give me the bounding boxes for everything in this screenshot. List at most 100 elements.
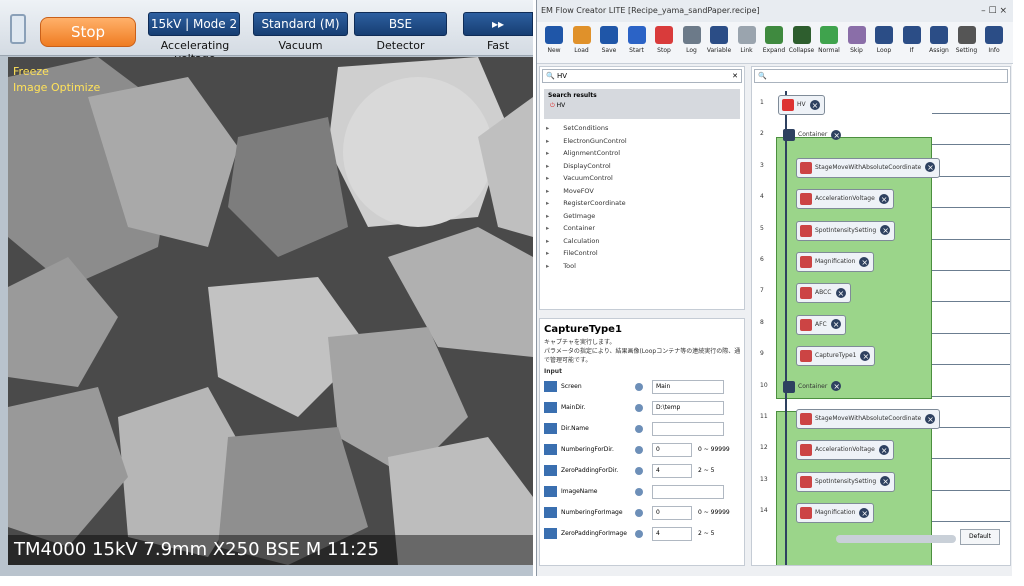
param-value-field[interactable]: Main — [652, 380, 724, 394]
info-icon[interactable] — [635, 509, 643, 517]
remove-node-icon[interactable] — [878, 442, 889, 460]
toolbar-normal-button[interactable]: Normal — [816, 26, 842, 54]
info-icon[interactable] — [635, 446, 643, 454]
flow-node-hv[interactable]: HV — [778, 95, 825, 115]
toolbar-setting-button[interactable]: Setting — [954, 26, 980, 54]
remove-node-icon[interactable] — [878, 191, 889, 209]
hv-button[interactable]: 15kV | Mode 2 — [148, 12, 240, 36]
tree-item-displaycontrol[interactable]: ▸ DisplayControl — [546, 160, 736, 173]
param-row: ZeroPaddingForImage 4 2 ~ 5 — [540, 524, 744, 545]
image-info-bar: TM4000 15kV 7.9mm X250 BSE M 11:25 — [8, 535, 533, 565]
window-controls[interactable]: – ☐ × — [981, 0, 1007, 22]
tree-item-tool[interactable]: ▸ Tool — [546, 260, 736, 273]
stop-button[interactable]: Stop — [40, 17, 136, 47]
tree-item-vacuumcontrol[interactable]: ▸ VacuumControl — [546, 172, 736, 185]
flow-node-stagemovewithabsolutecoordinate[interactable]: StageMoveWithAbsoluteCoordinate — [796, 409, 941, 429]
flow-node-afc[interactable]: AFC — [796, 314, 846, 335]
toolbar-new-button[interactable]: New — [541, 26, 567, 54]
info-icon[interactable] — [635, 383, 643, 391]
toolbar-skip-button[interactable]: Skip — [844, 26, 870, 54]
zoom-default-button[interactable]: Default — [960, 529, 1000, 545]
toolbar-collapse-button[interactable]: Collapse — [789, 26, 815, 54]
flow-node-capturetype1[interactable]: CaptureType1 — [796, 346, 876, 367]
remove-node-icon[interactable] — [880, 222, 891, 240]
info-icon[interactable] — [635, 425, 643, 433]
toolbar-variable-button[interactable]: Variable — [706, 26, 732, 54]
tree-item-filecontrol[interactable]: ▸ FileControl — [546, 247, 736, 260]
flow-node-spotintensitysetting[interactable]: SpotIntensitySetting — [796, 220, 896, 241]
toolbar-label: Link — [740, 47, 753, 54]
param-value-field[interactable]: 4 — [652, 527, 692, 541]
search-icon: 🔍 — [546, 72, 555, 80]
info-icon[interactable] — [635, 530, 643, 538]
info-icon[interactable] — [635, 467, 643, 475]
flow-node-spotintensitysetting[interactable]: SpotIntensitySetting — [796, 471, 896, 492]
remove-node-icon[interactable] — [859, 254, 870, 272]
node-icon — [800, 287, 812, 300]
flow-node-magnification[interactable]: Magnification — [796, 252, 875, 272]
freeze-label[interactable]: Freeze — [13, 65, 49, 78]
tree-item-setconditions[interactable]: ▸ SetConditions — [546, 122, 736, 135]
search-hit-label: HV — [556, 102, 566, 109]
toolbar-expand-button[interactable]: Expand — [761, 26, 787, 54]
toolbar-loop-button[interactable]: Loop — [871, 26, 897, 54]
flow-node-container[interactable]: Container — [780, 378, 845, 398]
clear-search-icon[interactable]: ✕ — [732, 70, 738, 82]
remove-node-icon[interactable] — [809, 97, 820, 115]
node-label: HV — [797, 101, 806, 108]
param-value-field[interactable]: 0 — [652, 506, 692, 520]
param-value-field[interactable]: 4 — [652, 464, 692, 478]
toolbar-log-button[interactable]: Log — [679, 26, 705, 54]
flow-node-container[interactable]: Container — [780, 126, 845, 146]
toolbar-assign-button[interactable]: Assign — [926, 26, 952, 54]
info-icon[interactable] — [635, 404, 643, 412]
sample-icon[interactable] — [10, 14, 26, 44]
remove-node-icon[interactable] — [925, 411, 936, 429]
zoom-slider[interactable] — [836, 535, 956, 543]
toolbar-label: Save — [601, 47, 617, 54]
toolbar-if-button[interactable]: If — [899, 26, 925, 54]
toolbar-load-button[interactable]: Load — [569, 26, 595, 54]
vacuum-button[interactable]: Standard (M) — [253, 12, 348, 36]
flow-search-box[interactable]: 🔍 — [754, 69, 1008, 83]
remove-node-icon[interactable] — [835, 285, 846, 303]
param-value-field[interactable]: D:\temp — [652, 401, 724, 415]
tree-item-electronguncontrol[interactable]: ▸ ElectronGunControl — [546, 135, 736, 148]
toolbar-stop-button[interactable]: Stop — [651, 26, 677, 54]
tree-item-movefov[interactable]: ▸ MoveFOV — [546, 185, 736, 198]
remove-node-icon[interactable] — [830, 316, 841, 334]
flow-node-stagemovewithabsolutecoordinate[interactable]: StageMoveWithAbsoluteCoordinate — [796, 157, 941, 178]
tree-item-calculation[interactable]: ▸ Calculation — [546, 235, 736, 248]
flow-canvas[interactable]: 1 HV 2 Container 3 StageMoveWithAbsoluteCoord… — [752, 87, 1010, 565]
toolbar-start-button[interactable]: Start — [624, 26, 650, 54]
detector-button[interactable]: BSE — [354, 12, 447, 36]
tree-item-registercoordinate[interactable]: ▸ RegisterCoordinate — [546, 197, 736, 210]
remove-node-icon[interactable] — [880, 473, 891, 491]
tree-item-container[interactable]: ▸ Container — [546, 222, 736, 235]
tree-item-getimage[interactable]: ▸ GetImage — [546, 210, 736, 223]
param-value-field[interactable]: 0 — [652, 443, 692, 457]
toolbar-save-button[interactable]: Save — [596, 26, 622, 54]
scan-speed-button[interactable]: ▸▸ — [463, 12, 533, 36]
image-optimize-label[interactable]: Image Optimize — [13, 81, 100, 94]
toolbar-link-button[interactable]: Link — [734, 26, 760, 54]
info-icon[interactable] — [635, 488, 643, 496]
remove-node-icon[interactable] — [860, 348, 871, 366]
sem-image[interactable]: Freeze Image Optimize — [8, 57, 533, 565]
flow-node-magnification[interactable]: Magnification — [796, 503, 875, 524]
flow-node-accelerationvoltage[interactable]: AccelerationVoltage — [796, 440, 894, 461]
search-box[interactable]: 🔍 HV ✕ — [542, 69, 742, 83]
flow-node-abcc[interactable]: ABCC — [796, 283, 851, 304]
toolbar-label: Loop — [876, 47, 892, 54]
remove-node-icon[interactable] — [831, 127, 842, 145]
param-value-field[interactable] — [652, 485, 724, 499]
search-hit-hv[interactable]: ⏻ HV — [544, 102, 740, 110]
toolbar-info-button[interactable]: Info — [981, 26, 1007, 54]
new-icon — [545, 26, 563, 44]
flow-node-accelerationvoltage[interactable]: AccelerationVoltage — [796, 189, 894, 210]
remove-node-icon[interactable] — [859, 505, 870, 523]
remove-node-icon[interactable] — [925, 159, 936, 177]
param-value-field[interactable] — [652, 422, 724, 436]
tree-item-alignmentcontrol[interactable]: ▸ AlignmentControl — [546, 147, 736, 160]
remove-node-icon[interactable] — [831, 378, 842, 396]
